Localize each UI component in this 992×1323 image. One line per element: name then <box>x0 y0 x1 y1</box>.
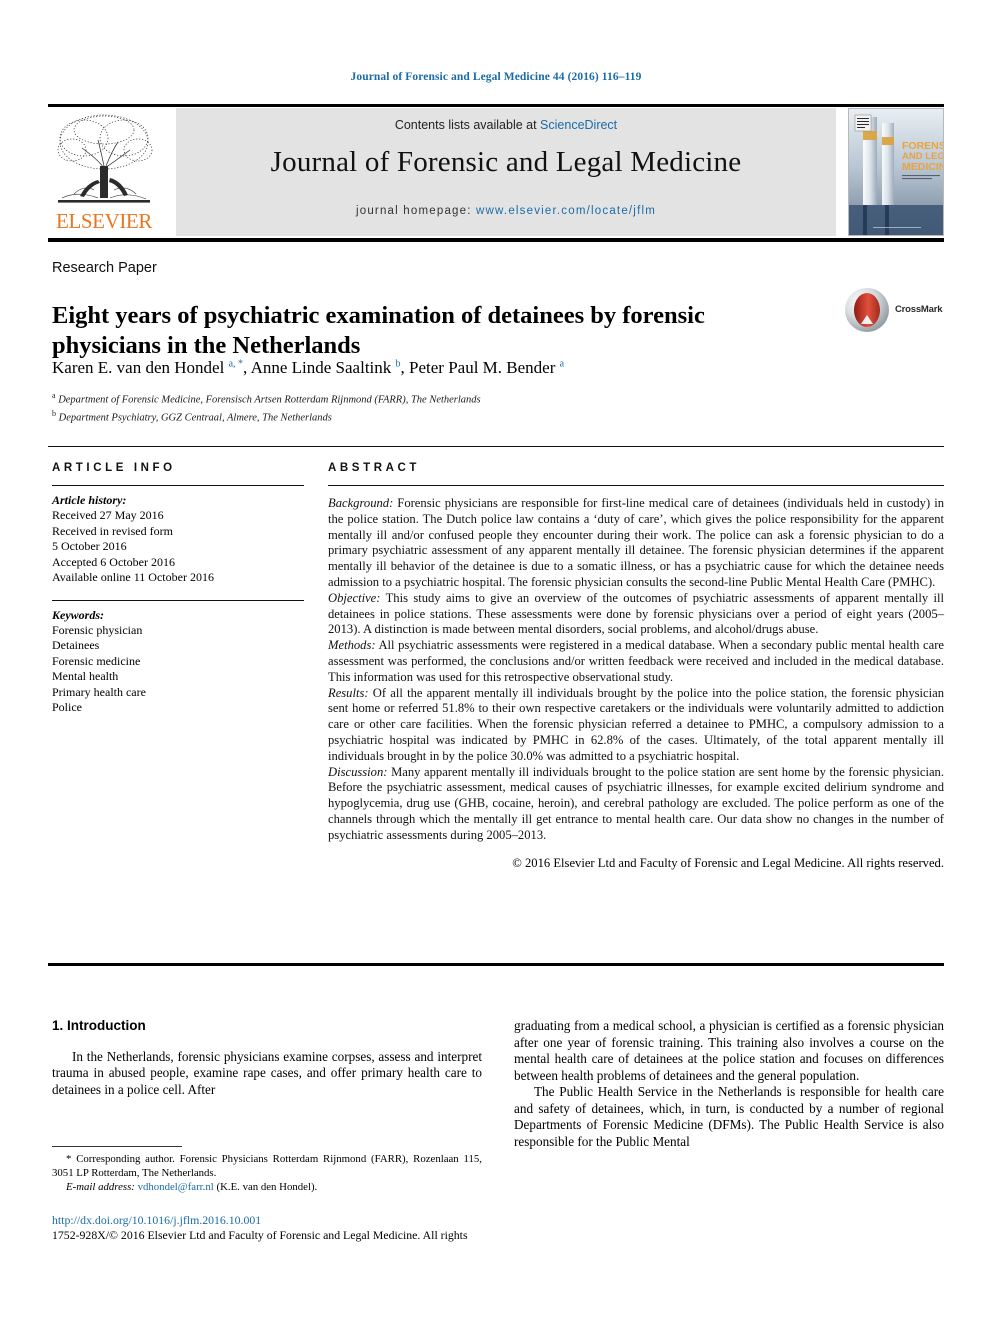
homepage-prefix-text: journal homepage: <box>355 205 477 217</box>
masthead-band: Contents lists available at ScienceDirec… <box>176 108 836 236</box>
article-history-list: Received 27 May 2016 Received in revised… <box>52 508 304 586</box>
article-info-heading-text: ARTICLE INFO <box>52 462 176 474</box>
email-suffix: (K.E. van den Hondel). <box>213 1181 318 1193</box>
affiliation-list: a Department of Forensic Medicine, Foren… <box>52 389 852 425</box>
masthead-top-rule <box>48 104 944 107</box>
abstract-section-text: Many apparent mentally ill individuals b… <box>328 764 944 842</box>
abstract-section: Discussion: Many apparent mentally ill i… <box>328 765 944 844</box>
history-item: 5 October 2016 <box>52 539 127 553</box>
crossmark-circle-icon <box>845 288 889 332</box>
keyword-item: Detainees <box>52 638 100 652</box>
contents-prefix-text: Contents lists available at <box>394 118 541 132</box>
keyword-item: Primary health care <box>52 684 146 699</box>
introduction-paragraph: The Public Health Service in the Netherl… <box>514 1084 944 1149</box>
article-info-heading: ARTICLE INFO <box>52 462 304 474</box>
article-history-label: Article history: <box>52 493 127 507</box>
email-link[interactable]: vdhondel@farr.nl <box>138 1181 214 1193</box>
crossmark-notch-icon <box>861 315 873 324</box>
paper-page: Journal of Forensic and Legal Medicine 4… <box>0 0 992 1323</box>
introduction-left-column: 1. Introduction In the Netherlands, fore… <box>52 1018 482 1098</box>
running-head: Journal of Forensic and Legal Medicine 4… <box>350 71 642 83</box>
contents-available-line: Contents lists available at ScienceDirec… <box>176 118 836 132</box>
elsevier-logo: ELSEVIER <box>48 108 160 236</box>
journal-homepage-line: journal homepage: www.elsevier.com/locat… <box>176 205 836 217</box>
history-item: Received 27 May 2016 <box>52 508 164 522</box>
crossmark-label: CrossMark <box>895 304 943 315</box>
abstract-copyright: © 2016 Elsevier Ltd and Faculty of Foren… <box>512 855 944 870</box>
masthead-bottom-rule <box>48 238 944 242</box>
article-type-label: Research Paper <box>52 260 157 276</box>
abstract-section: Methods: All psychiatric assessments wer… <box>328 638 944 685</box>
abstract-heading-text: ABSTRACT <box>328 462 421 474</box>
abstract-rule <box>328 485 944 486</box>
affiliation-b-text: Department Psychiatry, GGZ Centraal, Alm… <box>58 412 332 424</box>
issn-copyright-line: 1752-928X/© 2016 Elsevier Ltd and Facult… <box>52 1228 468 1242</box>
journal-cover-thumbnail: FORENSIC AND LEGAL MEDICINE <box>848 108 944 236</box>
footnote-rule <box>52 1146 182 1147</box>
keywords-list: Forensic physician Detainees Forensic me… <box>52 623 304 716</box>
doi-block: http://dx.doi.org/10.1016/j.jflm.2016.10… <box>52 1213 522 1243</box>
introduction-heading: 1. Introduction <box>52 1018 146 1033</box>
sciencedirect-link[interactable]: ScienceDirect <box>540 118 617 132</box>
article-info-column: ARTICLE INFO Article history: Received 2… <box>52 462 304 716</box>
abstract-section-label: Methods: <box>328 638 376 653</box>
abstract-section-label: Background: <box>328 496 394 510</box>
abstract-body: Background: Forensic physicians are resp… <box>328 496 944 844</box>
abstract-heading: ABSTRACT <box>328 462 944 474</box>
abstract-section-text: Of all the apparent mentally ill individ… <box>328 685 944 763</box>
corresponding-author-note: * Corresponding author. Forensic Physici… <box>52 1153 482 1179</box>
keywords-rule <box>52 599 304 601</box>
history-item: Available online 11 October 2016 <box>52 570 214 584</box>
abstract-bottom-rule <box>48 963 944 966</box>
history-item: Received in revised form <box>52 523 173 538</box>
svg-text:MEDICINE: MEDICINE <box>902 161 944 173</box>
crossmark-badge[interactable]: CrossMark <box>845 288 945 334</box>
affiliation-b: b Department Psychiatry, GGZ Centraal, A… <box>52 409 332 424</box>
keyword-item: Mental health <box>52 669 119 683</box>
abstract-section-text: Forensic physicians are responsible for … <box>328 496 944 589</box>
abstract-section-label: Objective: <box>328 590 381 605</box>
email-label: E-mail address: <box>66 1181 135 1193</box>
affiliation-a-text: Department of Forensic Medicine, Forensi… <box>58 394 481 406</box>
abstract-section-label: Results: <box>328 685 369 700</box>
abstract-section-text: This study aims to give an overview of t… <box>328 590 944 637</box>
keyword-item: Forensic physician <box>52 622 143 637</box>
author-list: Karen E. van den Hondel a, *, Anne Linde… <box>52 358 565 377</box>
article-info-rule <box>52 485 304 486</box>
abstract-section: Background: Forensic physicians are resp… <box>328 496 944 591</box>
page-title: Eight years of psychiatric examination o… <box>52 302 705 360</box>
journal-title: Journal of Forensic and Legal Medicine <box>270 146 742 178</box>
keyword-item: Police <box>52 700 82 714</box>
keywords-label: Keywords: <box>52 607 104 622</box>
introduction-paragraph: In the Netherlands, forensic physicians … <box>52 1048 482 1097</box>
history-item: Accepted 6 October 2016 <box>52 554 175 569</box>
journal-homepage-link[interactable]: www.elsevier.com/locate/jflm <box>476 205 656 217</box>
abstract-column: ABSTRACT Background: Forensic physicians… <box>328 462 944 871</box>
introduction-paragraph: graduating from a medical school, a phys… <box>514 1018 944 1083</box>
elsevier-tree-icon <box>54 110 154 208</box>
email-note: E-mail address: vdhondel@farr.nl (K.E. v… <box>52 1180 482 1194</box>
abstract-section: Objective: This study aims to give an ov… <box>328 591 944 638</box>
abstract-section-text: All psychiatric assessments were registe… <box>328 638 944 684</box>
affiliation-a: a Department of Forensic Medicine, Foren… <box>52 391 481 406</box>
footnote-block: * Corresponding author. Forensic Physici… <box>52 1152 482 1194</box>
journal-masthead: ELSEVIER Contents lists available at Sci… <box>48 108 944 236</box>
introduction-right-column: graduating from a medical school, a phys… <box>514 1018 944 1150</box>
doi-link[interactable]: http://dx.doi.org/10.1016/j.jflm.2016.10… <box>52 1213 261 1227</box>
keyword-item: Forensic medicine <box>52 653 141 668</box>
info-top-rule <box>48 446 944 447</box>
abstract-section: Results: Of all the apparent mentally il… <box>328 686 944 765</box>
abstract-section-label: Discussion: <box>328 764 388 779</box>
elsevier-wordmark: ELSEVIER <box>56 209 152 233</box>
